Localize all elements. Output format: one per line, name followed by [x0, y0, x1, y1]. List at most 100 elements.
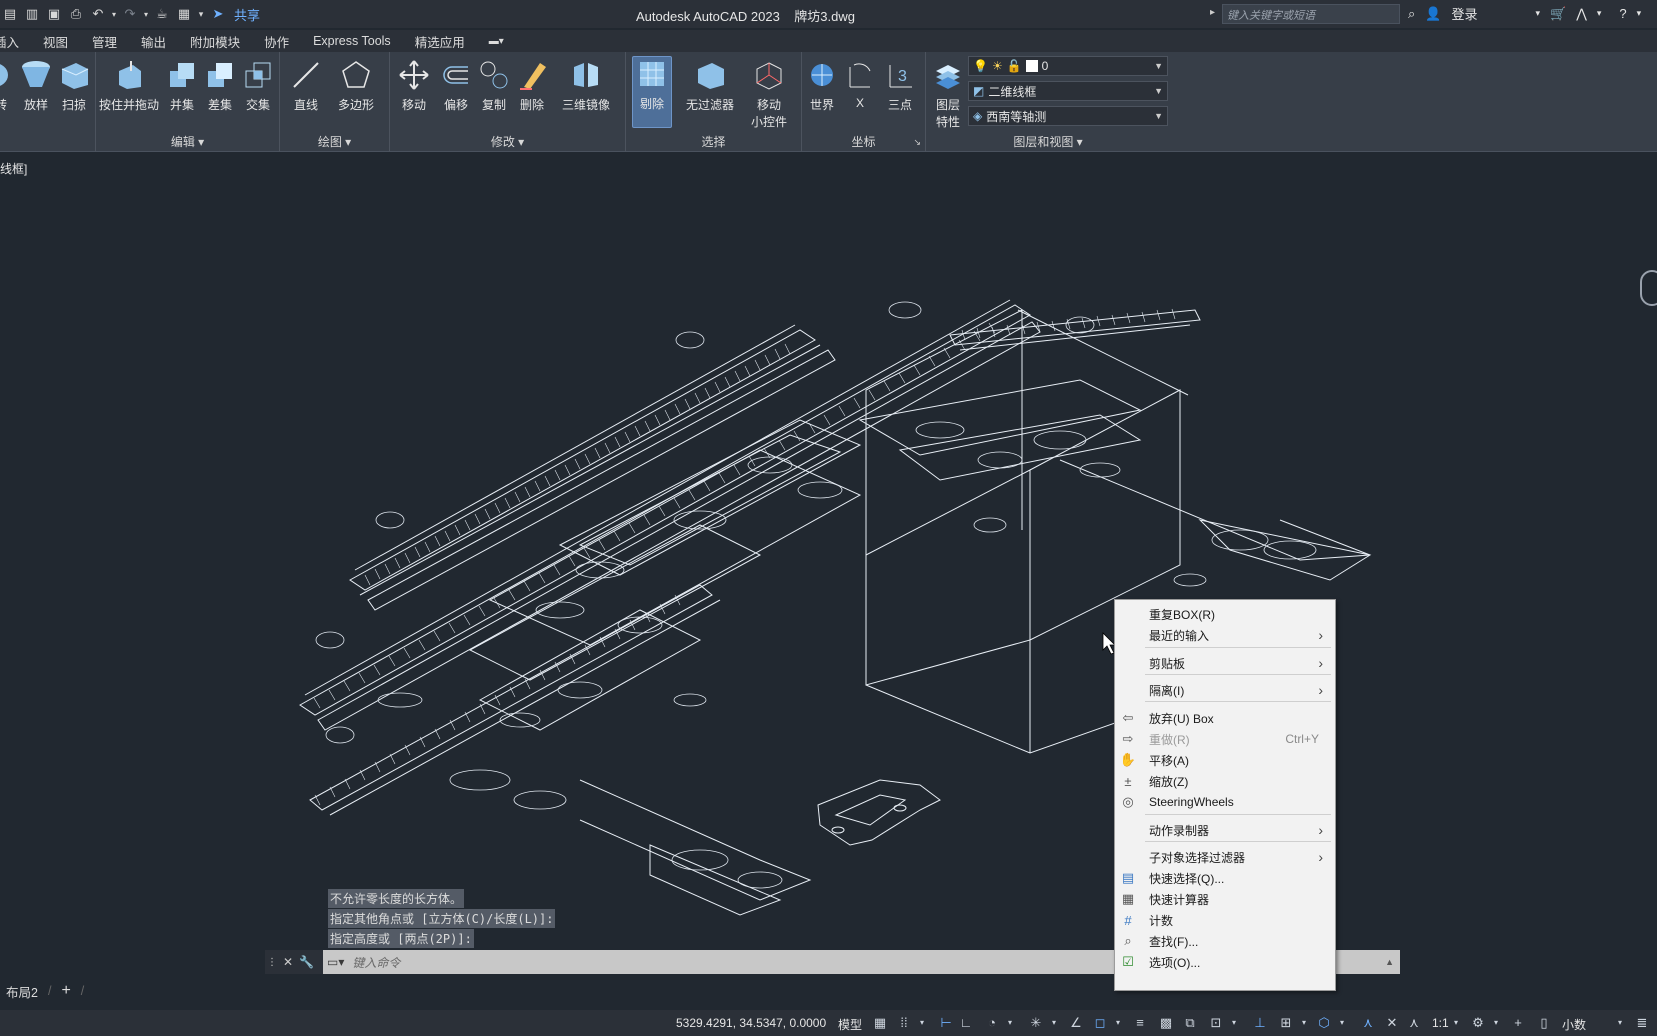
context-menu-item[interactable]: 动作录制器 ›	[1115, 820, 1335, 840]
context-menu-item[interactable]: # 计数	[1115, 910, 1335, 930]
search-expand-icon[interactable]: ▸	[1210, 7, 1215, 18]
units-value[interactable]: 小数	[1562, 1016, 1586, 1033]
command-input[interactable]: 键入命令	[352, 954, 400, 971]
dynamic-ucs-icon[interactable]: ⊥	[1252, 1015, 1268, 1031]
login-button[interactable]: 登录	[1451, 4, 1477, 23]
visual-style-dropdown[interactable]: ◩ 二维线框 ▼	[968, 81, 1168, 101]
drawing-canvas[interactable]	[0, 155, 1657, 955]
context-menu-item[interactable]: ± 缩放(Z)	[1115, 771, 1335, 791]
new-file-icon[interactable]: ▤	[0, 4, 20, 24]
tab-manage[interactable]: 管理	[80, 32, 129, 51]
share-icon[interactable]: ➤	[208, 4, 228, 24]
coordinates-readout[interactable]: 5329.4291, 34.5347, 0.0000	[676, 1016, 826, 1030]
copy-button[interactable]: 复制	[474, 58, 514, 113]
annotation-visibility-icon[interactable]: ⋏	[1360, 1015, 1376, 1031]
viewcube-edge[interactable]	[1640, 270, 1657, 306]
draw-panel-title[interactable]: 绘图 ▾	[280, 133, 389, 150]
tab-output[interactable]: 输出	[129, 32, 178, 51]
modify-panel-title[interactable]: 修改 ▾	[390, 133, 625, 150]
model-space-button[interactable]: 模型	[838, 1016, 862, 1033]
context-menu-item[interactable]: ▤ 快速选择(Q)...	[1115, 868, 1335, 888]
lineweight-icon[interactable]: ≡	[1132, 1015, 1148, 1031]
context-menu-item[interactable]: 重复BOX(R)	[1115, 604, 1335, 624]
tab-layout2[interactable]: 布局2	[6, 982, 38, 1001]
a360-dropdown-icon[interactable]: ▾	[1597, 8, 1602, 19]
3d-osnap-dropdown-icon[interactable]: ▾	[1226, 1015, 1242, 1031]
search-icon[interactable]: ⌕	[1408, 6, 1415, 22]
tab-addins[interactable]: 附加模块	[178, 32, 252, 51]
context-menu-item[interactable]: 子对象选择过滤器 ›	[1115, 847, 1335, 867]
infer-constraints-icon[interactable]: ⊢	[938, 1015, 954, 1031]
tab-insert[interactable]: 插入	[0, 32, 31, 51]
open-file-icon[interactable]: ▥	[22, 4, 42, 24]
union-button[interactable]: 并集	[162, 58, 202, 113]
layer-properties-button[interactable]: 图层 特性	[928, 58, 968, 130]
layer-freeze-icon[interactable]: ☀	[992, 59, 1003, 73]
line-button[interactable]: 直线	[286, 58, 326, 113]
edit-panel-title[interactable]: 编辑 ▾	[96, 133, 279, 150]
move-button[interactable]: 移动	[394, 58, 434, 113]
polar-dropdown-icon[interactable]: ▾	[1002, 1015, 1018, 1031]
coord-panel-launcher-icon[interactable]: ↘	[913, 137, 921, 148]
isodraft-icon[interactable]: ✳	[1028, 1015, 1044, 1031]
gizmo-dropdown-icon[interactable]: ▾	[1334, 1015, 1350, 1031]
sweep-button[interactable]: 扫掠	[54, 58, 94, 113]
command-prompt-icon[interactable]: ▭▾	[327, 955, 344, 969]
mirror3d-button[interactable]: 三维镜像	[550, 58, 622, 113]
ortho-icon[interactable]: ∟	[958, 1015, 974, 1031]
context-menu-item[interactable]: ☑ 选项(O)...	[1115, 952, 1335, 972]
auto-scale-icon[interactable]: ✕	[1384, 1015, 1400, 1031]
workspace-gear-icon[interactable]: ⚙	[1470, 1015, 1486, 1031]
view-preset-dropdown[interactable]: ◈ 西南等轴测 ▼	[968, 106, 1168, 126]
scale-dropdown-icon[interactable]: ▾	[1448, 1015, 1464, 1031]
snap-icon[interactable]: ⁞⁞	[896, 1015, 912, 1031]
add-layout-icon[interactable]: +	[61, 982, 70, 1000]
world-ucs-button[interactable]: 世界	[802, 58, 842, 113]
three-point-ucs-button[interactable]: 3 三点	[880, 58, 920, 113]
3d-osnap-icon[interactable]: ⊡	[1208, 1015, 1224, 1031]
snap-dropdown-icon[interactable]: ▾	[914, 1015, 930, 1031]
teapot-icon[interactable]: ☕	[152, 4, 172, 24]
layer-on-icon[interactable]: 💡	[973, 59, 988, 73]
units-dropdown-icon[interactable]: ▾	[1612, 1015, 1628, 1031]
tab-collaborate[interactable]: 协作	[252, 32, 301, 51]
gizmo-icon[interactable]: ⬡	[1316, 1015, 1332, 1031]
login-dropdown-icon[interactable]: ▾	[1535, 8, 1540, 19]
selection-cycling-icon[interactable]: ⧉	[1182, 1015, 1198, 1031]
selection-filter-icon[interactable]: ⊞	[1278, 1015, 1294, 1031]
customize-statusbar-icon[interactable]: ≣	[1634, 1015, 1650, 1031]
object-snap-tracking-icon[interactable]: ∠	[1068, 1015, 1084, 1031]
move-gizmo-button[interactable]: 移动 小控件	[744, 58, 794, 130]
redo-icon[interactable]: ↷	[120, 4, 140, 24]
search-input[interactable]: 键入关键字或短语	[1222, 4, 1400, 24]
layer-lock-icon[interactable]: 🔓	[1007, 59, 1022, 73]
ribbon-display-toggle-icon[interactable]: ▬▾	[477, 36, 516, 47]
command-customize-icon[interactable]: 🔧	[299, 955, 314, 969]
isodraft-dropdown-icon[interactable]: ▾	[1046, 1015, 1062, 1031]
cart-icon[interactable]: 🛒	[1550, 6, 1566, 22]
tab-view[interactable]: 视图	[31, 32, 80, 51]
revolve-button[interactable]: 转	[0, 58, 16, 113]
save-icon[interactable]: ▣	[44, 4, 64, 24]
help-dropdown-icon[interactable]: ▾	[1637, 8, 1642, 19]
undo-dropdown-icon[interactable]: ▾	[110, 4, 118, 24]
context-menu-item[interactable]: 隔离(I) ›	[1115, 680, 1335, 700]
erase-button[interactable]: 删除	[512, 58, 552, 113]
context-menu-item[interactable]: ⌕ 查找(F)...	[1115, 931, 1335, 951]
context-menu-item[interactable]: 最近的输入 ›	[1115, 625, 1335, 645]
x-ucs-button[interactable]: X	[840, 58, 880, 110]
context-menu-item[interactable]: 剪贴板 ›	[1115, 653, 1335, 673]
units-icon[interactable]: ▯	[1536, 1015, 1552, 1031]
annotation-monitor-icon[interactable]: +	[1510, 1015, 1526, 1031]
cull-button[interactable]: 剔除	[632, 56, 672, 128]
intersect-button[interactable]: 交集	[238, 58, 278, 113]
context-menu-item[interactable]: ✋ 平移(A)	[1115, 750, 1335, 770]
object-snap-dropdown-icon[interactable]: ▾	[1110, 1015, 1126, 1031]
nofilter-button[interactable]: 无过滤器	[678, 58, 742, 113]
polygon-button[interactable]: 多边形	[336, 58, 376, 113]
context-menu-item[interactable]: ◎ SteeringWheels	[1115, 792, 1335, 812]
presspull-button[interactable]: 按住并拖动	[98, 58, 160, 113]
autodesk-a360-icon[interactable]: ⋀	[1576, 6, 1587, 22]
command-close-icon[interactable]: ✕	[283, 955, 293, 969]
redo-dropdown-icon[interactable]: ▾	[142, 4, 150, 24]
